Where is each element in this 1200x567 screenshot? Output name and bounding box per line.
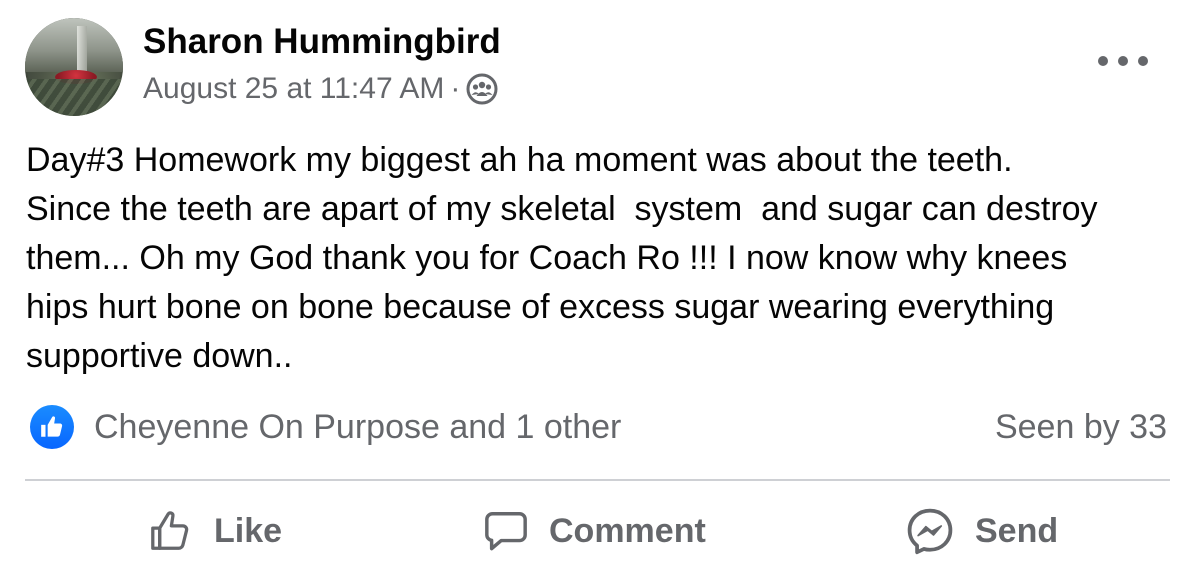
- author-name[interactable]: Sharon Hummingbird: [143, 22, 501, 62]
- thumbs-up-icon: [151, 511, 189, 550]
- reactors-summary[interactable]: Cheyenne On Purpose and 1 other: [94, 408, 621, 447]
- more-dot-icon: [1098, 56, 1108, 66]
- more-dot-icon: [1118, 56, 1128, 66]
- like-icon: [30, 405, 74, 449]
- group-icon[interactable]: [466, 73, 498, 105]
- like-button[interactable]: Like: [148, 500, 282, 562]
- comment-label: Comment: [549, 511, 706, 550]
- post-meta: August 25 at 11:47 AM ·: [143, 72, 498, 106]
- post-timestamp[interactable]: August 25 at 11:47 AM: [143, 72, 444, 106]
- more-dot-icon: [1138, 56, 1148, 66]
- more-options-button[interactable]: [1098, 43, 1148, 79]
- like-label: Like: [214, 511, 283, 550]
- reactions-bar[interactable]: Cheyenne On Purpose and 1 other: [30, 405, 621, 449]
- send-label: Send: [975, 511, 1059, 550]
- comment-icon: [485, 512, 527, 551]
- divider: [25, 479, 1170, 481]
- author-avatar[interactable]: [25, 18, 123, 116]
- comment-button[interactable]: Comment: [483, 500, 706, 562]
- seen-by-count[interactable]: Seen by 33: [995, 408, 1167, 447]
- send-button[interactable]: Send: [905, 500, 1058, 562]
- messenger-icon: [907, 508, 953, 555]
- meta-separator: ·: [450, 72, 461, 105]
- avatar-foliage: [25, 78, 123, 116]
- avatar-feeder-post: [77, 26, 87, 72]
- post-body: Day#3 Homework my biggest ah ha moment w…: [26, 141, 1098, 375]
- avatar-background: [25, 18, 123, 72]
